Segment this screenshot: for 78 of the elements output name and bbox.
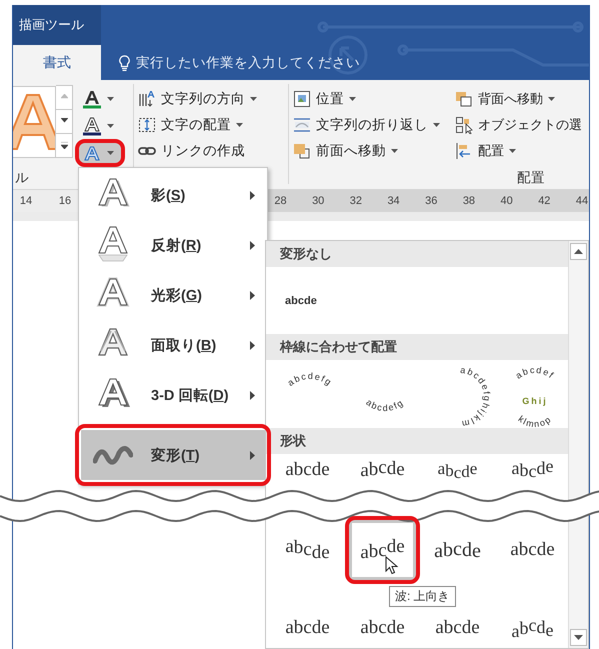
ribbon-command[interactable]: オブジェクトの選	[455, 114, 589, 136]
ruler-number: 36	[424, 195, 438, 207]
ribbon-command[interactable]: 位置	[293, 88, 455, 110]
menu-item[interactable]: 影(S)	[79, 170, 267, 220]
submenu-arrow-icon	[250, 390, 255, 400]
menu-item[interactable]: 面取り(B)	[79, 320, 267, 370]
text-direction-icon	[138, 90, 156, 108]
section-heading: 枠線に合わせて配置	[266, 334, 568, 360]
ruler-number: 44	[575, 195, 589, 207]
section-heading: 変形なし	[266, 241, 568, 267]
ruler-number: 38	[462, 195, 476, 207]
submenu-arrow-icon	[250, 240, 255, 250]
warp-style-option[interactable]: abcde	[424, 454, 491, 485]
scrollbar[interactable]	[568, 241, 588, 648]
lightbulb-icon	[119, 54, 130, 70]
submenu-arrow-icon	[250, 290, 255, 300]
ribbon-command[interactable]: リンクの作成	[138, 140, 283, 162]
context-tab-label: 描画ツール	[13, 5, 101, 45]
ribbon-command[interactable]: 文字列の方向	[138, 88, 283, 110]
picture-frame-icon	[293, 90, 311, 108]
ruler-number: 16	[58, 195, 72, 207]
ribbon-command[interactable]: 前面へ移動	[293, 140, 455, 162]
more-icon	[60, 142, 68, 149]
warp-style-option[interactable]: abcde	[499, 520, 566, 580]
ribbon-command[interactable]: 配置	[455, 140, 589, 162]
caret-icon	[107, 124, 114, 128]
ruler-number: 32	[348, 195, 363, 207]
ribbon-command[interactable]: 文字の配置	[138, 114, 283, 136]
warp-style-option[interactable]: abcde	[424, 520, 491, 580]
text-outline-icon	[82, 116, 102, 136]
ruler-number: 28	[274, 195, 288, 207]
warp-style-option[interactable]: abcde	[349, 454, 416, 485]
scroll-down-button[interactable]	[570, 629, 587, 646]
ruler-number: 30	[311, 195, 326, 207]
ribbon-command[interactable]: 背面へ移動	[455, 88, 589, 110]
align-icon	[455, 142, 473, 160]
caret-icon	[574, 635, 583, 640]
caret-icon	[574, 249, 583, 254]
menu-item[interactable]: 変形(T)	[81, 430, 265, 480]
group-label: 配置	[517, 168, 545, 186]
warp-style-option[interactable]: abcde	[274, 267, 341, 334]
caret-icon	[107, 97, 114, 101]
menu-item[interactable]: 3-D 回転(D)	[79, 370, 267, 420]
caret-icon	[107, 151, 114, 155]
ribbon-command[interactable]: 文字列の折り返し	[293, 114, 455, 136]
section-heading: 形状	[266, 428, 568, 454]
send-backward-icon	[455, 90, 473, 108]
submenu-arrow-icon	[250, 340, 255, 350]
gallery-more-button[interactable]	[56, 133, 73, 158]
ribbon-tab[interactable]: 書式	[13, 45, 101, 80]
warp-style-option[interactable]: abcde	[424, 614, 491, 642]
text-wrap-icon	[293, 116, 311, 134]
warp-style-option[interactable]: abcde	[349, 614, 416, 642]
text-fill-icon	[82, 89, 102, 109]
submenu-arrow-icon	[250, 450, 255, 460]
warp-style-option[interactable]: abcde	[274, 454, 341, 485]
ruler-number: 34	[386, 195, 401, 207]
bring-forward-icon	[293, 142, 311, 160]
submenu-arrow-icon	[250, 190, 255, 200]
selection-icon	[455, 116, 473, 134]
caret-up-icon	[60, 94, 68, 101]
ruler-number: 14	[19, 195, 33, 207]
warp-style-option[interactable]: abcde	[499, 614, 566, 642]
group-label: ル	[14, 168, 30, 186]
scroll-up-button[interactable]	[570, 243, 587, 260]
warp-style-option[interactable]: abcde	[274, 614, 341, 642]
ruler-number: 42	[537, 195, 552, 207]
mouse-cursor-icon	[385, 556, 398, 575]
warp-style-option[interactable]: abcde	[274, 520, 341, 580]
gallery-down-button[interactable]	[56, 109, 73, 134]
warp-style-option[interactable]: abcde	[499, 454, 566, 485]
tooltip: 波: 上向き	[389, 586, 456, 607]
text-align-icon	[138, 116, 156, 134]
menu-item[interactable]: 反射(R)	[79, 220, 267, 270]
caret-down-icon	[60, 118, 68, 125]
tell-me-field[interactable]: 実行したい作業を入力してください	[136, 55, 386, 70]
ruler-number: 40	[500, 195, 514, 207]
menu-item[interactable]: 光彩(G)	[79, 270, 267, 320]
